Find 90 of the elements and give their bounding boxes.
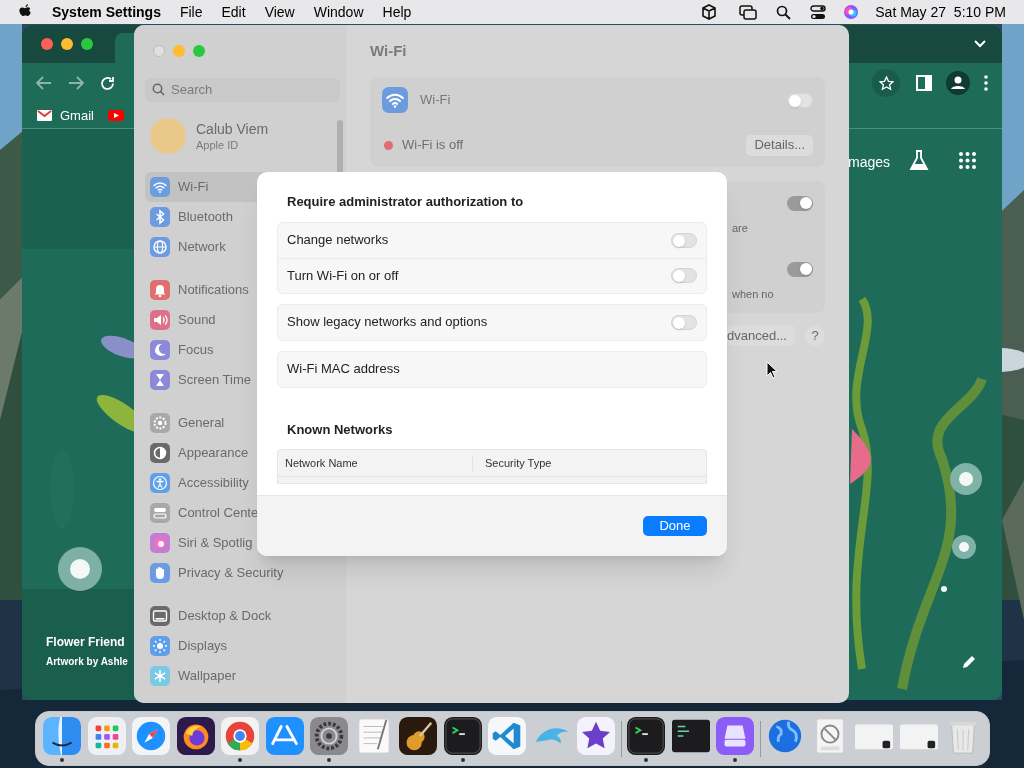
- smiling-face-icon[interactable]: [43, 717, 81, 755]
- chevron-down-icon[interactable]: [974, 40, 986, 48]
- section-heading: Known Networks: [287, 420, 394, 439]
- done-button[interactable]: Done: [643, 516, 707, 536]
- sidebar-label: Control Cente: [178, 504, 259, 523]
- console-icon[interactable]: [671, 717, 710, 755]
- option-toggle[interactable]: [671, 232, 697, 248]
- side-panel-icon[interactable]: [916, 75, 932, 91]
- menu-item[interactable]: Edit: [221, 1, 246, 23]
- more-icon[interactable]: [984, 75, 988, 91]
- column-header[interactable]: Network Name: [278, 454, 472, 472]
- globe-icon[interactable]: [766, 717, 804, 755]
- sidebar-item[interactable]: Displays: [145, 631, 335, 661]
- sidebar-label: Desktop & Dock: [178, 607, 272, 626]
- back-icon[interactable]: [36, 76, 52, 90]
- option-label: Show legacy networks and options: [287, 313, 488, 332]
- sidebar-label: Accessibility: [178, 474, 249, 493]
- sidebar-label: Wi-Fi: [178, 178, 209, 197]
- app-name-menu[interactable]: System Settings: [52, 1, 161, 23]
- sidebar-label: Privacy & Security: [178, 564, 284, 583]
- sidebar-label: Notifications: [178, 281, 249, 300]
- wifi-label: Wi-Fi: [420, 91, 451, 110]
- sidebar-label: Network: [178, 238, 226, 257]
- sidebar-label: Sound: [178, 311, 216, 330]
- sidebar-item[interactable]: Wallpaper: [145, 661, 335, 691]
- windows-icon[interactable]: [739, 4, 758, 20]
- bookmark-star-button[interactable]: [872, 69, 900, 97]
- sidebar-item[interactable]: Desktop & Dock: [145, 601, 335, 631]
- sidebar-label: Bluetooth: [178, 208, 233, 227]
- pane-title: Wi-Fi: [370, 40, 407, 61]
- search-icon: [152, 83, 165, 96]
- reload-icon[interactable]: [100, 75, 115, 91]
- minimize-button[interactable]: [61, 38, 73, 50]
- sidebar-label: Focus: [178, 341, 214, 360]
- profile-icon[interactable]: [946, 71, 970, 95]
- sidebar-label: Siri & Spotlig: [178, 534, 253, 553]
- close-button[interactable]: [41, 38, 53, 50]
- account-name: Calub Viem: [196, 120, 269, 138]
- gear-icon[interactable]: [310, 717, 348, 755]
- setting-description: are: [732, 220, 748, 236]
- setting-description: when no: [732, 286, 774, 302]
- zoom-button[interactable]: [81, 38, 93, 50]
- menu-item[interactable]: Window: [313, 1, 364, 23]
- menu-item[interactable]: Help: [382, 1, 412, 23]
- help-button[interactable]: ?: [805, 325, 825, 346]
- details-button[interactable]: Details...: [746, 134, 813, 156]
- option-label: Wi-Fi MAC address: [287, 360, 400, 379]
- account-row[interactable]: Calub Viem Apple ID: [150, 114, 346, 158]
- flame-icon[interactable]: [176, 717, 215, 755]
- compass-icon[interactable]: [132, 717, 170, 755]
- setting-toggle[interactable]: [787, 196, 813, 211]
- sidebar-item[interactable]: Privacy & Security: [145, 558, 335, 588]
- guitar-icon[interactable]: [399, 717, 437, 755]
- search-icon[interactable]: [776, 4, 792, 20]
- account-subtitle: Apple ID: [196, 137, 240, 152]
- app-grid-icon[interactable]: [87, 717, 126, 755]
- wifi-toggle[interactable]: [787, 92, 813, 108]
- wifi-icon: [382, 87, 408, 113]
- sidebar-label: Wallpaper: [178, 667, 237, 686]
- option-toggle[interactable]: [671, 268, 697, 283]
- ribbon-icon[interactable]: [488, 717, 526, 755]
- terminal-icon[interactable]: [443, 717, 482, 755]
- mail-icon: [37, 110, 52, 121]
- drive-icon[interactable]: [716, 717, 754, 755]
- status-text: Wi-Fi is off: [402, 136, 464, 155]
- sidebar-label: Screen Time: [178, 371, 251, 390]
- column-header[interactable]: Security Type: [472, 454, 632, 472]
- advanced-button[interactable]: dvanced...: [727, 325, 795, 346]
- play-icon: [107, 110, 124, 121]
- bookmark-link[interactable]: Gmail: [37, 105, 94, 126]
- sidebar-label: Appearance: [178, 444, 249, 463]
- app-store-icon[interactable]: [265, 717, 304, 755]
- cube-icon[interactable]: [701, 4, 718, 20]
- menu-item[interactable]: File: [179, 1, 203, 23]
- avatar: [150, 118, 186, 154]
- pointer-icon: [766, 361, 778, 379]
- sidebar-label: General: [178, 414, 225, 433]
- option-toggle[interactable]: [671, 314, 697, 330]
- menu-item[interactable]: View: [264, 1, 295, 23]
- star-icon: [878, 75, 894, 91]
- search-field[interactable]: Search: [145, 77, 340, 102]
- forward-icon[interactable]: [68, 76, 84, 90]
- terminal-icon[interactable]: [627, 717, 665, 755]
- setting-toggle[interactable]: [787, 262, 813, 277]
- option-label: Turn Wi-Fi on or off: [287, 266, 399, 285]
- option-label: Change networks: [287, 231, 389, 250]
- clock[interactable]: Sat May 27 5:10 PM: [875, 1, 1006, 23]
- sidebar-label: Displays: [178, 637, 228, 656]
- siri-icon[interactable]: [843, 4, 860, 20]
- control-center-icon[interactable]: [810, 4, 827, 20]
